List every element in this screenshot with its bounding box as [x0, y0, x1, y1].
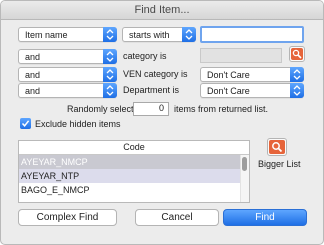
random-select-prefix: Randomly select — [67, 104, 134, 114]
department-popup[interactable]: Don't Care — [200, 83, 304, 98]
complex-find-button[interactable]: Complex Find — [18, 209, 117, 226]
cancel-button[interactable]: Cancel — [135, 209, 219, 226]
department-value: Don't Care — [207, 86, 250, 96]
random-select-suffix: items from returned list. — [174, 104, 269, 114]
exclude-hidden-checkbox[interactable] — [20, 118, 31, 129]
code-column-header[interactable]: Code — [19, 141, 249, 155]
window-title: Find Item... — [1, 1, 323, 20]
bigger-list-label: Bigger List — [258, 159, 301, 169]
checkmark-icon — [21, 120, 30, 127]
ven-category-label: VEN category is — [123, 69, 188, 79]
and-popup-category[interactable]: and — [18, 49, 117, 64]
find-item-dialog: Find Item... Item name starts with and c… — [0, 0, 324, 245]
and-popup-category-value: and — [25, 52, 41, 62]
and-popup-ven[interactable]: and — [18, 67, 117, 82]
random-count-input[interactable]: 0 — [133, 102, 169, 116]
exclude-hidden-label: Exclude hidden items — [35, 119, 121, 129]
field-selector-popup[interactable]: Item name — [18, 27, 117, 42]
random-count-value: 0 — [158, 103, 164, 113]
category-label: category is — [123, 51, 167, 61]
list-item[interactable]: AYEYAR_NTP — [19, 169, 249, 183]
list-item[interactable]: BAGO_E_NMCP — [19, 183, 249, 197]
ven-category-value: Don't Care — [207, 70, 250, 80]
and-popup-department-value: and — [25, 86, 41, 96]
bigger-list-button[interactable] — [267, 138, 287, 156]
chevron-updown-icon — [103, 83, 117, 98]
chevron-updown-icon — [182, 27, 196, 42]
ven-category-popup[interactable]: Don't Care — [200, 67, 304, 82]
chevron-updown-icon — [103, 27, 117, 42]
list-scroll-thumb[interactable] — [242, 157, 247, 171]
field-selector-value: Item name — [25, 30, 68, 40]
and-popup-ven-value: and — [25, 70, 41, 80]
code-list[interactable]: Code AYEYAR_NMCP AYEYAR_NTP BAGO_E_NMCP — [18, 140, 250, 203]
magnifier-icon — [291, 48, 303, 60]
category-field — [200, 48, 282, 63]
comparison-popup[interactable]: starts with — [122, 27, 196, 42]
chevron-updown-icon — [290, 83, 304, 98]
comparison-value: starts with — [129, 30, 170, 40]
chevron-updown-icon — [290, 67, 304, 82]
magnifier-icon — [269, 140, 285, 154]
and-popup-department[interactable]: and — [18, 83, 117, 98]
chevron-updown-icon — [103, 49, 117, 64]
list-item[interactable]: AYEYAR_NMCP — [19, 155, 249, 169]
chevron-updown-icon — [103, 67, 117, 82]
search-value-input[interactable] — [200, 26, 304, 43]
category-lookup-button[interactable] — [289, 46, 305, 62]
find-button[interactable]: Find — [223, 209, 307, 226]
department-label: Department is — [123, 85, 180, 95]
